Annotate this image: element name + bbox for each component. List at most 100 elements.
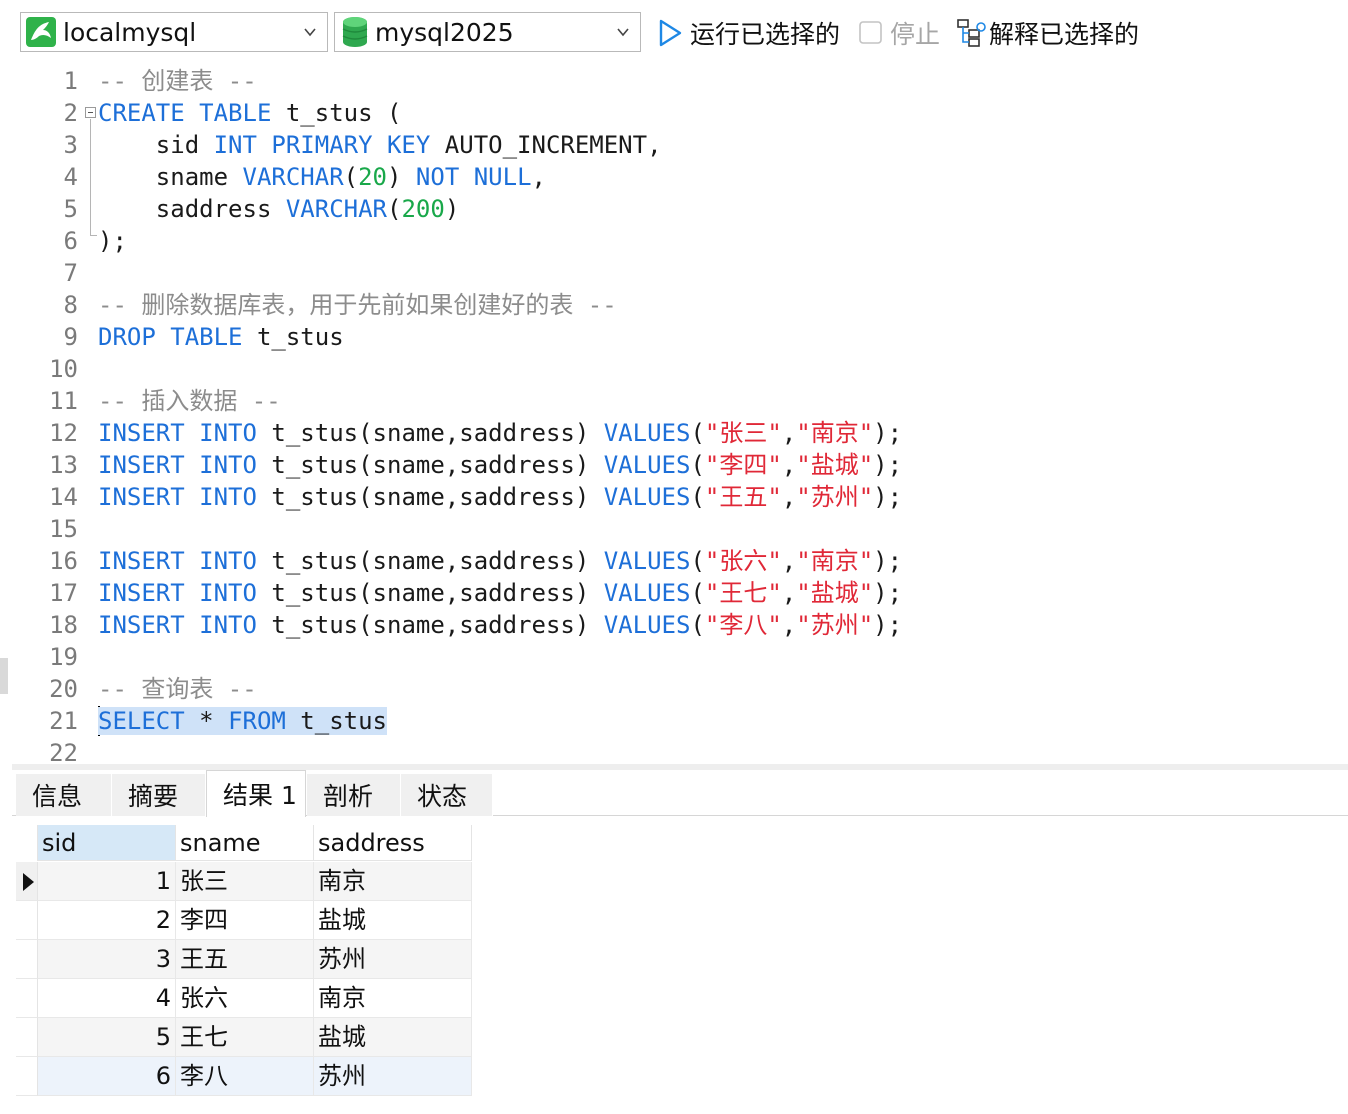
tab-info[interactable]: 信息 <box>16 774 112 816</box>
code-token: INSERT INTO <box>98 547 257 575</box>
code-line[interactable]: 18 INSERT INTO t_stus(sname,saddress) VAL… <box>12 609 1348 641</box>
tab-result-1[interactable]: 结果 1 <box>206 770 306 817</box>
code-line[interactable]: 2 CREATE TABLE t_stus ( <box>12 97 1348 129</box>
code-token: INSERT INTO <box>98 451 257 479</box>
code-text: -- 查询表 -- <box>98 673 257 705</box>
cell-sid[interactable]: 1 <box>38 862 176 901</box>
code-token: ); <box>873 483 903 511</box>
code-line[interactable]: 13 INSERT INTO t_stus(sname,saddress) VAL… <box>12 449 1348 481</box>
cell-sid[interactable]: 5 <box>38 1018 176 1057</box>
code-token: t_stus(sname,saddress) <box>256 547 604 575</box>
code-token: VALUES <box>603 419 691 447</box>
code-line[interactable]: 15 <box>12 513 1348 545</box>
cell-saddress[interactable]: 盐城 <box>314 901 472 940</box>
code-token: ); <box>873 547 903 575</box>
row-selector[interactable] <box>16 901 38 940</box>
column-header-sid[interactable]: sid <box>38 825 176 861</box>
cell-sname[interactable]: 李四 <box>176 901 314 940</box>
code-token: VARCHAR <box>242 163 344 191</box>
column-header-sname[interactable]: sname <box>176 825 314 861</box>
code-text: INSERT INTO t_stus(sname,saddress) VALUE… <box>98 545 902 577</box>
code-line[interactable]: 17 INSERT INTO t_stus(sname,saddress) VAL… <box>12 577 1348 609</box>
code-token: ); <box>873 451 903 479</box>
tab-summary[interactable]: 摘要 <box>112 774 206 816</box>
row-selector[interactable] <box>16 940 38 979</box>
code-line[interactable]: 9 DROP TABLE t_stus <box>12 321 1348 353</box>
cell-sname[interactable]: 张三 <box>176 862 314 901</box>
code-line[interactable]: 10 <box>12 353 1348 385</box>
cell-saddress[interactable]: 盐城 <box>314 1018 472 1057</box>
database-select[interactable]: mysql2025 <box>334 12 641 52</box>
code-line[interactable]: 20 -- 查询表 -- <box>12 673 1348 705</box>
code-line[interactable]: 6); <box>12 225 1348 257</box>
grid-row-selector-header <box>16 825 38 861</box>
tab-profile[interactable]: 剖析 <box>307 774 401 816</box>
code-token: ); <box>98 227 127 255</box>
sql-editor[interactable]: 1 -- 创建表 -- 2 CREATE TABLE t_stus (3 sid IN… <box>12 64 1348 764</box>
connection-select[interactable]: localmysql <box>20 12 328 52</box>
line-number: 7 <box>63 259 78 287</box>
code-token: "王七" <box>704 579 782 607</box>
line-number: 19 <box>49 643 78 671</box>
table-row[interactable]: 3 王五 苏州 <box>16 940 472 979</box>
cell-saddress[interactable]: 苏州 <box>314 940 472 979</box>
code-token: VALUES <box>603 483 691 511</box>
cell-sid[interactable]: 6 <box>38 1057 176 1096</box>
tab-status[interactable]: 状态 <box>401 774 493 816</box>
table-row[interactable]: 5 王七 盐城 <box>16 1018 472 1057</box>
table-row[interactable]: 6 李八 苏州 <box>16 1057 472 1096</box>
play-icon <box>656 18 684 48</box>
code-line[interactable]: 8 -- 删除数据库表，用于先前如果创建好的表 -- <box>12 289 1348 321</box>
cell-sid[interactable]: 3 <box>38 940 176 979</box>
row-selector[interactable] <box>16 1018 38 1057</box>
line-number: 1 <box>63 67 78 95</box>
code-line[interactable]: 22 <box>12 737 1348 764</box>
code-line[interactable]: 5 saddress VARCHAR(200) <box>12 193 1348 225</box>
code-token: , <box>781 419 797 447</box>
code-line[interactable]: 12 INSERT INTO t_stus(sname,saddress) VAL… <box>12 417 1348 449</box>
line-number: 17 <box>49 579 78 607</box>
row-selector[interactable] <box>16 979 38 1018</box>
cell-saddress[interactable]: 南京 <box>314 979 472 1018</box>
code-token: t_stus <box>285 707 388 735</box>
code-token: -- 删除数据库表，用于先前如果创建好的表 -- <box>98 291 617 319</box>
code-token: t_stus <box>242 323 344 351</box>
code-token: ( <box>690 483 705 511</box>
explain-selected-button[interactable]: 解释已选择的 <box>955 16 1139 50</box>
column-header-saddress[interactable]: saddress <box>314 825 472 861</box>
code-line[interactable]: 14 INSERT INTO t_stus(sname,saddress) VAL… <box>12 481 1348 513</box>
row-selector[interactable] <box>16 862 38 901</box>
table-row[interactable]: 4 张六 南京 <box>16 979 472 1018</box>
code-line[interactable]: 19 <box>12 641 1348 673</box>
code-line[interactable]: 1 -- 创建表 -- <box>12 65 1348 97</box>
table-row[interactable]: 2 李四 盐城 <box>16 901 472 940</box>
code-text: INSERT INTO t_stus(sname,saddress) VALUE… <box>98 481 902 513</box>
cell-sname[interactable]: 李八 <box>176 1057 314 1096</box>
table-row[interactable]: 1 张三 南京 <box>16 862 472 901</box>
code-line[interactable]: 11 -- 插入数据 -- <box>12 385 1348 417</box>
code-token: ); <box>873 579 903 607</box>
line-number: 18 <box>49 611 78 639</box>
code-line[interactable]: 3 sid INT PRIMARY KEY AUTO_INCREMENT, <box>12 129 1348 161</box>
cell-sid[interactable]: 2 <box>38 901 176 940</box>
run-selected-button[interactable]: 运行已选择的 <box>656 16 840 50</box>
current-row-arrow-icon <box>23 873 34 891</box>
code-line[interactable]: 7 <box>12 257 1348 289</box>
cell-sname[interactable]: 张六 <box>176 979 314 1018</box>
cell-saddress[interactable]: 苏州 <box>314 1057 472 1096</box>
chevron-down-icon <box>617 28 629 37</box>
code-line[interactable]: 4 sname VARCHAR(20) NOT NULL, <box>12 161 1348 193</box>
code-line[interactable]: 16 INSERT INTO t_stus(sname,saddress) VAL… <box>12 545 1348 577</box>
cell-sid[interactable]: 4 <box>38 979 176 1018</box>
cell-sname[interactable]: 王七 <box>176 1018 314 1057</box>
code-token: INSERT INTO <box>98 611 257 639</box>
code-line[interactable]: 21 SELECT * FROM t_stus <box>12 705 1348 737</box>
code-token: ( <box>690 451 705 479</box>
database-icon <box>341 16 369 48</box>
code-token: , <box>781 579 797 607</box>
cell-sname[interactable]: 王五 <box>176 940 314 979</box>
code-token: INSERT INTO <box>98 579 257 607</box>
stop-button[interactable]: 停止 <box>858 16 940 50</box>
row-selector[interactable] <box>16 1057 38 1096</box>
cell-saddress[interactable]: 南京 <box>314 862 472 901</box>
